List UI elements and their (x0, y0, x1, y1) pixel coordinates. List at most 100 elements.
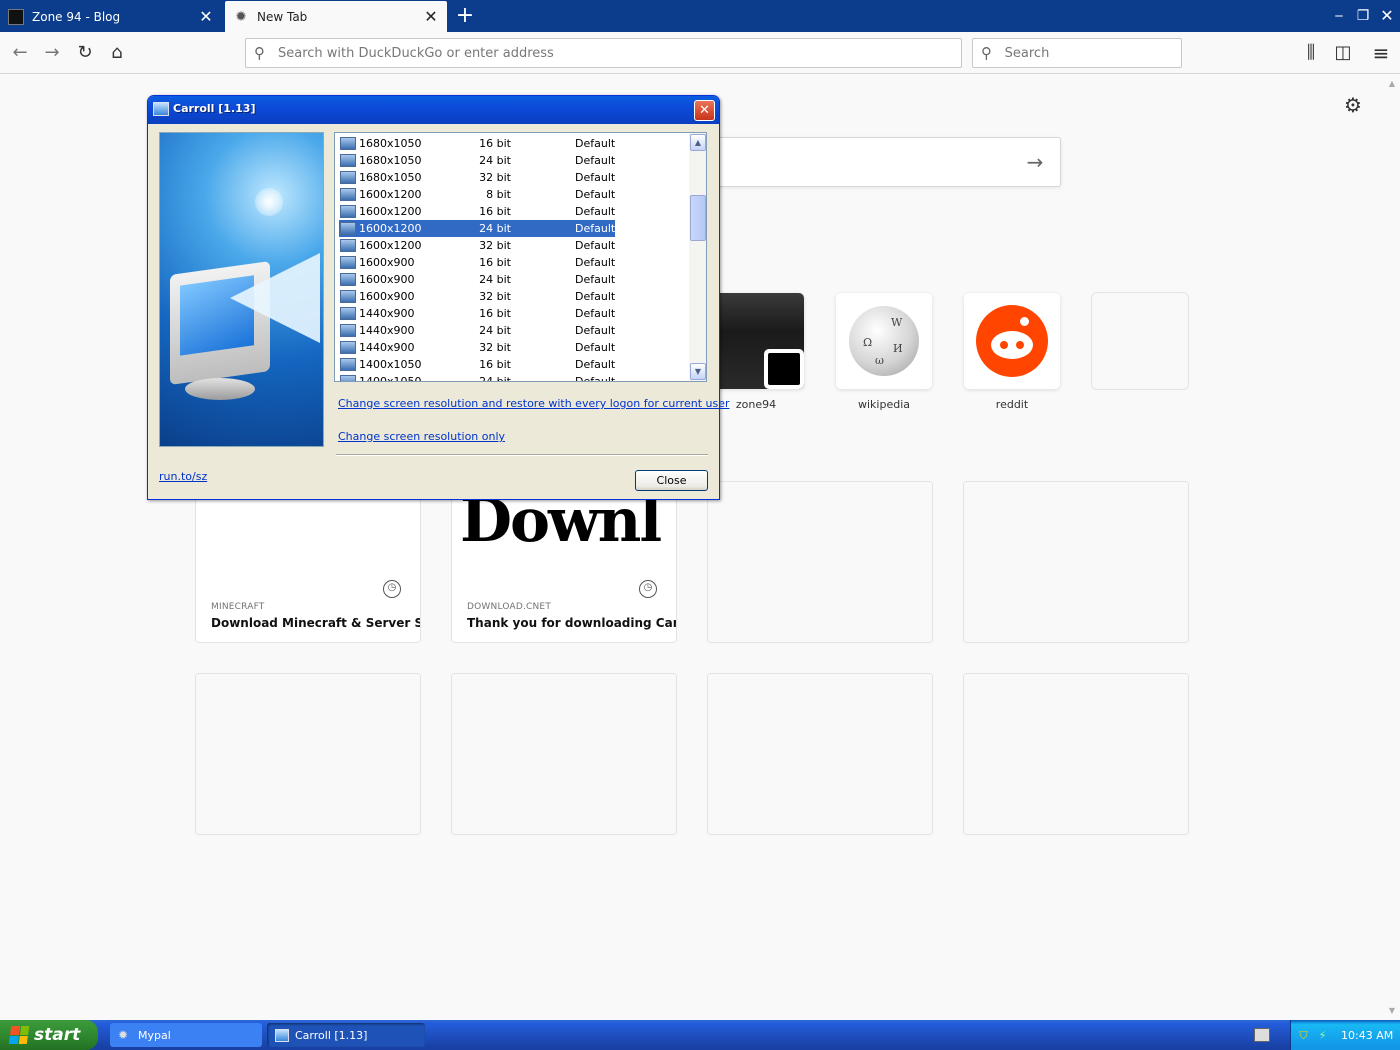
mode-resolution: 1680x1050 (359, 154, 422, 167)
close-tab-icon[interactable]: ✕ (198, 8, 214, 25)
resolution-mode-list[interactable]: 1680x1050 16 bit Default 1680x1050 24 bit Def… (334, 132, 707, 382)
resolution-mode-row[interactable]: 1400x1050 24 bit Default (339, 373, 616, 382)
scroll-up-arrow-icon[interactable]: ▲ (690, 134, 706, 151)
back-arrow-icon[interactable]: ← (6, 39, 34, 67)
new-tab-plus-icon[interactable]: + (452, 4, 478, 28)
system-tray: ⛉ ⚡ 10:43 AM (1290, 1020, 1400, 1050)
close-button[interactable]: Close (635, 470, 708, 491)
mode-frequency: Default (575, 324, 616, 337)
resolution-mode-row[interactable]: 1600x1200 8 bit Default (339, 186, 615, 203)
security-shield-icon[interactable]: ⛉ (1297, 1029, 1310, 1042)
search-input[interactable] (1004, 45, 1181, 61)
mode-color-depth: 32 bit (479, 171, 511, 184)
resolution-mode-row[interactable]: 1680x1050 16 bit Default (339, 135, 615, 152)
resolution-mode-row[interactable]: 1440x900 24 bit Default (339, 322, 615, 339)
keyboard-layout-icon[interactable] (1254, 1028, 1270, 1042)
restore-window-icon[interactable]: ❐ (1353, 6, 1373, 26)
resolution-mode-row[interactable]: 1600x1200 32 bit Default (339, 237, 615, 254)
clock-time[interactable]: 10:43 AM (1341, 1029, 1393, 1042)
mode-color-depth: 16 bit (479, 205, 511, 218)
mode-resolution: 1400x1050 (359, 375, 422, 382)
change-resolution-restore-link[interactable]: Change screen resolution and restore wit… (338, 397, 730, 410)
run-to-sz-link[interactable]: run.to/sz (159, 470, 207, 483)
mode-color-depth: 24 bit (479, 154, 511, 167)
url-input[interactable] (278, 45, 915, 61)
resolution-mode-row[interactable]: 1600x1200 16 bit Default (339, 203, 615, 220)
mode-resolution: 1400x1050 (359, 358, 422, 371)
settings-gear-icon[interactable]: ⚙ (1341, 93, 1365, 117)
highlight-card-minecraft[interactable]: ◷ MINECRAFT Download Minecraft & Server … (196, 482, 420, 642)
forward-arrow-icon[interactable]: → (38, 39, 66, 67)
resolution-mode-row[interactable]: 1600x900 16 bit Default (339, 254, 615, 271)
resolution-mode-row[interactable]: 1440x900 32 bit Default (339, 339, 615, 356)
scrollbar-thumb[interactable] (690, 195, 706, 241)
resolution-mode-row[interactable]: 1680x1050 32 bit Default (339, 169, 615, 186)
tab-zone94-blog[interactable]: Zone 94 - Blog ✕ (0, 1, 222, 32)
reload-icon[interactable]: ↻ (71, 39, 99, 67)
resolution-mode-row[interactable]: 1600x1200 24 bit Default (339, 220, 615, 237)
mode-resolution: 1440x900 (359, 307, 415, 320)
resolution-mode-row[interactable]: 1600x900 24 bit Default (339, 271, 615, 288)
list-scrollbar[interactable]: ▲ ▼ (689, 133, 706, 381)
dialog-close-x-icon[interactable]: ✕ (694, 100, 715, 121)
top-site-zone94[interactable]: zone94 (708, 293, 804, 411)
mode-color-depth: 24 bit (479, 375, 511, 382)
close-tab-icon[interactable]: ✕ (423, 8, 439, 25)
reddit-logo-icon (976, 305, 1048, 377)
network-icon[interactable]: ⚡ (1316, 1029, 1329, 1042)
minimize-window-icon[interactable]: ‒ (1329, 6, 1349, 26)
search-bar[interactable]: ⚲ (972, 38, 1182, 68)
scroll-down-arrow-icon[interactable]: ▼ (690, 363, 706, 380)
resolution-mode-row[interactable]: 1680x1050 24 bit Default (339, 152, 615, 169)
monitor-mode-icon (340, 324, 356, 337)
newtab-search-box[interactable]: → (694, 137, 1061, 187)
mode-frequency: Default (575, 375, 616, 382)
tab-new-tab[interactable]: ✹ New Tab ✕ (225, 1, 447, 32)
home-icon[interactable]: ⌂ (103, 39, 131, 67)
taskbar-item-carroll[interactable]: Carroll [1.13] (267, 1023, 425, 1047)
library-icon[interactable]: ⫼ (1297, 39, 1325, 67)
dialog-titlebar[interactable]: Carroll [1.13] ✕ (148, 96, 719, 124)
tab-strip: Zone 94 - Blog ✕ ✹ New Tab ✕ + ‒ ❐ ✕ (0, 0, 1400, 32)
monitor-mode-icon (340, 239, 356, 252)
top-site-tile (1092, 293, 1188, 389)
page-scrollbar[interactable]: ▲ ▼ (1384, 75, 1400, 1020)
scroll-down-arrow-icon[interactable]: ▼ (1384, 1004, 1400, 1018)
mode-resolution: 1440x900 (359, 324, 415, 337)
start-label: start (34, 1025, 81, 1045)
hamburger-menu-icon[interactable]: ≡ (1367, 39, 1395, 67)
scroll-up-arrow-icon[interactable]: ▲ (1384, 77, 1400, 91)
resolution-mode-row[interactable]: 1400x1050 16 bit Default (339, 356, 615, 373)
clock-icon: ◷ (639, 580, 657, 598)
sidebar-icon[interactable]: ◫ (1329, 39, 1357, 67)
resolution-mode-row[interactable]: 1440x900 16 bit Default (339, 305, 615, 322)
mode-frequency: Default (575, 290, 616, 303)
top-site-wikipedia[interactable]: W Ω И ω wikipedia (836, 293, 932, 411)
mode-color-depth: 8 bit (486, 188, 511, 201)
mode-color-depth: 16 bit (479, 256, 511, 269)
wikipedia-globe-icon: W Ω И ω (849, 306, 919, 376)
mode-color-depth: 32 bit (479, 290, 511, 303)
search-icon: ⚲ (254, 44, 265, 62)
highlight-card-cnet[interactable]: Downl ◷ DOWNLOAD.CNET Thank you for down… (452, 482, 676, 642)
search-go-arrow-icon[interactable]: → (1024, 151, 1046, 173)
monitor-illustration (159, 132, 324, 447)
tab-title: New Tab (257, 9, 308, 24)
url-bar[interactable]: ⚲ (245, 38, 962, 68)
top-site-reddit[interactable]: reddit (964, 293, 1060, 411)
taskbar-item-mypal[interactable]: ✹ Mypal (110, 1023, 262, 1047)
change-resolution-only-link[interactable]: Change screen resolution only (338, 430, 505, 443)
mode-resolution: 1600x1200 (359, 188, 422, 201)
close-window-icon[interactable]: ✕ (1377, 6, 1397, 26)
mode-frequency: Default (575, 239, 616, 252)
top-site-tile (708, 293, 804, 389)
start-button[interactable]: start (0, 1020, 98, 1050)
top-site-empty-slot (1092, 293, 1188, 389)
mode-color-depth: 24 bit (479, 324, 511, 337)
monitor-mode-icon (340, 137, 356, 150)
highlight-empty-slot (196, 674, 420, 834)
resolution-mode-row[interactable]: 1600x900 32 bit Default (339, 288, 615, 305)
mode-resolution: 1440x900 (359, 341, 415, 354)
monitor-mode-icon (340, 171, 356, 184)
monitor-mode-icon (340, 256, 356, 269)
